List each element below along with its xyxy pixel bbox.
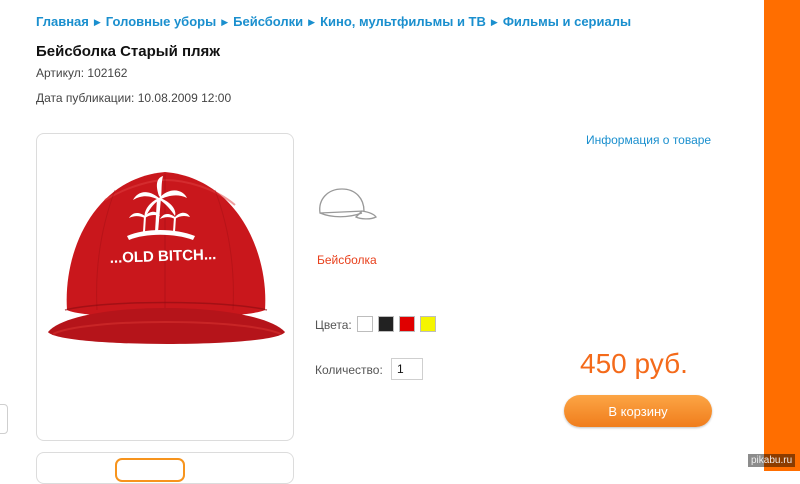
- breadcrumb-item[interactable]: Кино, мультфильмы и ТВ: [320, 14, 486, 29]
- publish-date: Дата публикации: 10.08.2009 12:00: [36, 91, 232, 105]
- price: 450 руб.: [580, 348, 688, 379]
- breadcrumb-separator-icon: ▶: [93, 17, 101, 27]
- product-image-frame[interactable]: ...OLD BITCH...: [36, 133, 294, 441]
- color-swatch[interactable]: [357, 316, 373, 332]
- cap-outline-icon[interactable]: [316, 183, 380, 227]
- product-cap-image: ...OLD BITCH...: [48, 172, 285, 344]
- quantity-input[interactable]: [391, 358, 423, 380]
- breadcrumb-separator-icon: ▶: [221, 17, 229, 27]
- color-swatch[interactable]: [420, 316, 436, 332]
- article-number: Артикул: 102162: [36, 66, 128, 80]
- quantity-label: Количество:: [315, 363, 383, 377]
- left-scroll-handle[interactable]: [0, 404, 8, 434]
- add-to-cart-button[interactable]: В корзину: [564, 395, 712, 427]
- watermark: pikabu.ru: [748, 454, 796, 467]
- color-swatch[interactable]: [378, 316, 394, 332]
- orange-side-strip: [764, 0, 800, 471]
- breadcrumb: Главная ▶ Головные уборы ▶ Бейсболки ▶ Кино, м…: [36, 14, 631, 29]
- product-type-label[interactable]: Бейсболка: [317, 253, 377, 267]
- page-title: Бейсболка Старый пляж: [36, 43, 220, 60]
- breadcrumb-item[interactable]: Бейсболки: [233, 14, 303, 29]
- breadcrumb-separator-icon: ▶: [308, 17, 316, 27]
- color-swatch[interactable]: [399, 316, 415, 332]
- product-info-link[interactable]: Информация о товаре: [586, 133, 711, 147]
- breadcrumb-separator-icon: ▶: [490, 17, 498, 27]
- thumbnail-tab[interactable]: [115, 458, 185, 482]
- thumbnail-strip: [36, 452, 294, 484]
- breadcrumb-item[interactable]: Головные уборы: [106, 14, 216, 29]
- colors-label: Цвета:: [315, 318, 352, 332]
- breadcrumb-item[interactable]: Главная: [36, 14, 89, 29]
- breadcrumb-item[interactable]: Фильмы и сериалы: [503, 14, 631, 29]
